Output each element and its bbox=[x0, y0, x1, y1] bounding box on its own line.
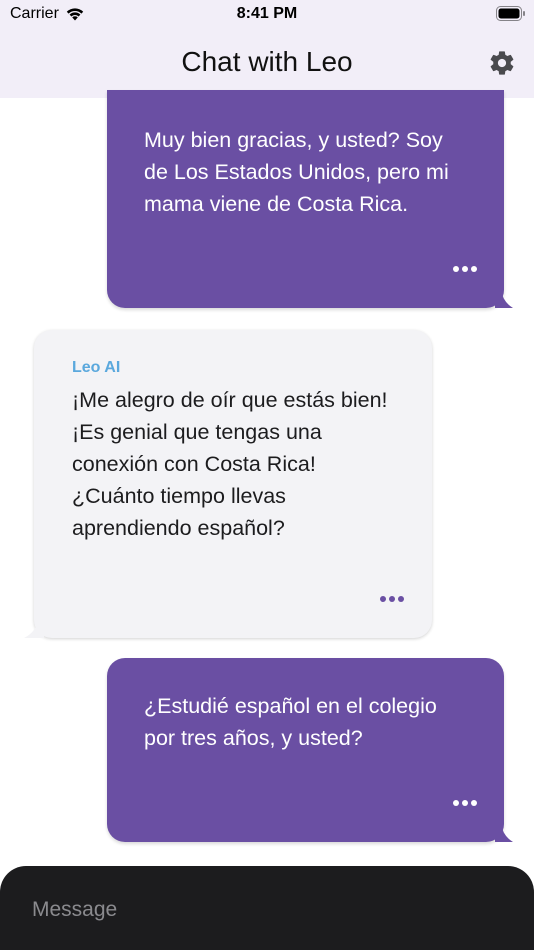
page-title: Chat with Leo bbox=[181, 46, 353, 77]
more-options-icon[interactable] bbox=[453, 266, 477, 274]
message-bubble-ai: Leo AI ¡Me alegro de oír que estás bien!… bbox=[24, 330, 432, 638]
message-text: ¿Estudié español en el colegio por tres … bbox=[144, 694, 437, 750]
bubble-tail bbox=[495, 824, 513, 842]
message-bubble-user: Muy bien gracias, y usted? Soy de Los Es… bbox=[107, 90, 513, 308]
header-bar: Carrier 8:41 PM Chat with Leo bbox=[0, 0, 534, 98]
status-time: 8:41 PM bbox=[236, 5, 298, 22]
more-options-icon[interactable] bbox=[380, 596, 404, 604]
bubble-tail bbox=[24, 620, 44, 638]
message-text: ¡Me alegro de oír que estás bien! ¡Es ge… bbox=[72, 388, 388, 540]
bubble-tail bbox=[495, 290, 513, 308]
status-bar: Carrier 8:41 PM bbox=[0, 0, 534, 28]
message-bubble-user: ¿Estudié español en el colegio por tres … bbox=[107, 658, 513, 842]
message-text: Muy bien gracias, y usted? Soy de Los Es… bbox=[144, 128, 449, 216]
more-options-icon[interactable] bbox=[453, 800, 477, 808]
message-composer bbox=[0, 866, 534, 950]
gear-icon[interactable] bbox=[488, 49, 516, 77]
sender-label: Leo AI bbox=[72, 359, 121, 376]
message-input[interactable] bbox=[32, 894, 502, 926]
battery-icon bbox=[496, 6, 525, 21]
